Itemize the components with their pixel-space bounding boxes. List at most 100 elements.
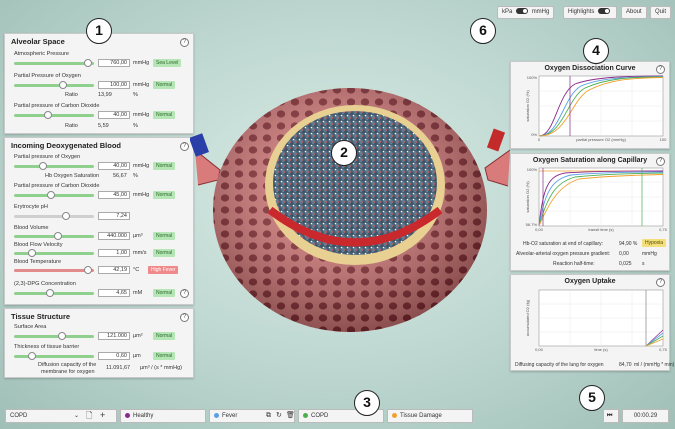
aa-gradient-label: Alveolar-arterial oxygen pressure gradie…: [516, 251, 611, 257]
slider-knob[interactable]: [54, 232, 62, 240]
unit-toggle[interactable]: kPa mmHg: [497, 6, 555, 19]
slider-knob[interactable]: [28, 352, 36, 360]
aa-gradient-value: 0,00: [619, 251, 629, 257]
slider-knob[interactable]: [58, 332, 66, 340]
y-tick-top: 100%: [527, 167, 538, 172]
status-badge: Normal: [153, 111, 176, 119]
pco2-slider[interactable]: [14, 111, 94, 119]
unit-label: µm²: [133, 333, 143, 339]
x-axis-label: transit time (s): [588, 227, 614, 232]
slider-knob[interactable]: [44, 111, 52, 119]
copy-icon[interactable]: ⧉: [266, 410, 271, 422]
blood-pco2-input[interactable]: 45,00: [98, 191, 130, 199]
help-icon[interactable]: ?: [180, 289, 189, 298]
blood-po2-input[interactable]: 40,00: [98, 162, 130, 170]
flow-velocity-label: Blood Flow Velocity: [14, 242, 63, 248]
status-badge: High Fever: [148, 266, 179, 274]
scenario-select[interactable]: COPD ⌄ 🗋 +: [5, 409, 117, 423]
pco2-input[interactable]: 40,00: [98, 111, 130, 119]
preset-tissue-damage[interactable]: Tissue Damage: [387, 409, 473, 423]
slider-knob[interactable]: [84, 59, 92, 67]
quit-button[interactable]: Quit: [650, 6, 672, 19]
saturation-chart: 100% 56.7% 0,00 0,75 transit time (s) sa…: [525, 167, 668, 232]
callout-3: 3: [354, 390, 380, 416]
unit-label: mmHg: [133, 163, 150, 169]
refresh-icon[interactable]: ↻: [276, 410, 282, 422]
copd-color-icon: [303, 412, 308, 418]
blood-volume-input[interactable]: 440.000: [98, 232, 130, 240]
help-icon[interactable]: ?: [656, 157, 665, 166]
flow-velocity-slider[interactable]: [14, 249, 94, 257]
oxygen-uptake-panel: Oxygen Uptake ? 0,00 0,75 time (s) accum…: [510, 274, 674, 371]
slider-knob[interactable]: [84, 266, 92, 274]
slider-knob[interactable]: [62, 212, 70, 220]
unit-label: µm³ / (s * mmHg): [140, 365, 182, 371]
toggle-switch-icon[interactable]: [598, 8, 611, 15]
reset-button[interactable]: ⏮: [603, 409, 619, 423]
delete-icon[interactable]: 🗑: [286, 410, 295, 422]
barrier-thickness-input[interactable]: 0,60: [98, 352, 130, 360]
lung-diffusing-capacity-label: Diffusing capacity of the lung for oxyge…: [515, 362, 604, 368]
surface-area-input[interactable]: 121.000: [98, 332, 130, 340]
x-tick-right: 0,75: [659, 227, 668, 232]
slider-knob[interactable]: [46, 289, 54, 297]
blood-temperature-slider[interactable]: [14, 266, 94, 274]
help-icon[interactable]: ?: [656, 65, 665, 74]
atm-pressure-input[interactable]: 760,00: [98, 59, 130, 67]
chevron-down-icon[interactable]: ⌄: [74, 410, 79, 422]
end-saturation-value: 94,90 %: [619, 241, 638, 247]
file-icon[interactable]: 🗋: [86, 410, 92, 422]
blood-volume-slider[interactable]: [14, 232, 94, 240]
barrier-thickness-label: Thickness of tissue barrier: [14, 344, 80, 350]
slider-knob[interactable]: [28, 249, 36, 257]
po2-input[interactable]: 100,00: [98, 81, 130, 89]
y-axis-label: saturation O2 (%): [525, 90, 530, 122]
dissociation-curve-panel: Oxygen Dissociation Curve ? 100% 0% 0 10…: [510, 61, 670, 149]
diffusion-capacity-value: 11.091,67: [106, 365, 131, 371]
alveolus-visualization[interactable]: [190, 60, 520, 360]
flow-velocity-input[interactable]: 1,00: [98, 249, 130, 257]
healthy-color-icon: [125, 412, 130, 418]
blood-pco2-slider[interactable]: [14, 191, 94, 199]
help-icon[interactable]: ?: [180, 313, 189, 322]
status-badge: Normal: [153, 162, 176, 170]
atm-pressure-slider[interactable]: [14, 59, 94, 67]
blood-temperature-label: Blood Temperature: [14, 259, 62, 265]
dpg-input[interactable]: 4,65: [98, 289, 130, 297]
help-icon[interactable]: ?: [180, 142, 189, 151]
preset-fever[interactable]: Fever ⧉ ↻ 🗑: [209, 409, 295, 423]
blood-temperature-input[interactable]: 42,19: [98, 266, 130, 274]
ph-slider[interactable]: [14, 212, 94, 220]
about-button[interactable]: About: [621, 6, 647, 19]
x-tick-left: 0: [538, 137, 541, 142]
callout-1: 1: [86, 18, 112, 44]
help-icon[interactable]: ?: [180, 38, 189, 47]
slider-knob[interactable]: [47, 191, 55, 199]
blood-po2-slider[interactable]: [14, 162, 94, 170]
tissue-damage-color-icon: [392, 412, 397, 418]
unit-label: %: [133, 92, 138, 98]
help-icon[interactable]: ?: [656, 278, 665, 287]
unit-label: µm: [133, 353, 141, 359]
highlights-toggle[interactable]: Highlights: [563, 6, 618, 19]
alveolar-space-panel: Alveolar Space ? Atmospheric Pressure 76…: [4, 33, 194, 134]
uptake-chart: 0,00 0,75 time (s) accumulated O2 (fg): [525, 289, 668, 352]
dpg-slider[interactable]: [14, 289, 94, 297]
toggle-switch-icon[interactable]: [516, 8, 529, 15]
slider-knob[interactable]: [39, 162, 47, 170]
atm-pressure-label: Atmospheric Pressure: [14, 51, 70, 57]
slider-knob[interactable]: [59, 81, 67, 89]
status-badge: Normal: [153, 191, 176, 199]
preset-label: Tissue Damage: [400, 413, 442, 419]
barrier-thickness-slider[interactable]: [14, 352, 94, 360]
po2-slider[interactable]: [14, 81, 94, 89]
unit-label: °C: [133, 267, 140, 273]
status-badge: Normal: [153, 332, 176, 340]
status-badge: Normal: [153, 81, 176, 89]
add-icon[interactable]: +: [100, 409, 105, 421]
preset-healthy[interactable]: Healthy: [120, 409, 206, 423]
unit-label: mmHg: [133, 60, 150, 66]
surface-area-slider[interactable]: [14, 332, 94, 340]
hypoxia-badge: Hypoxia: [642, 239, 667, 247]
unit-kpa-label: kPa: [502, 9, 513, 15]
